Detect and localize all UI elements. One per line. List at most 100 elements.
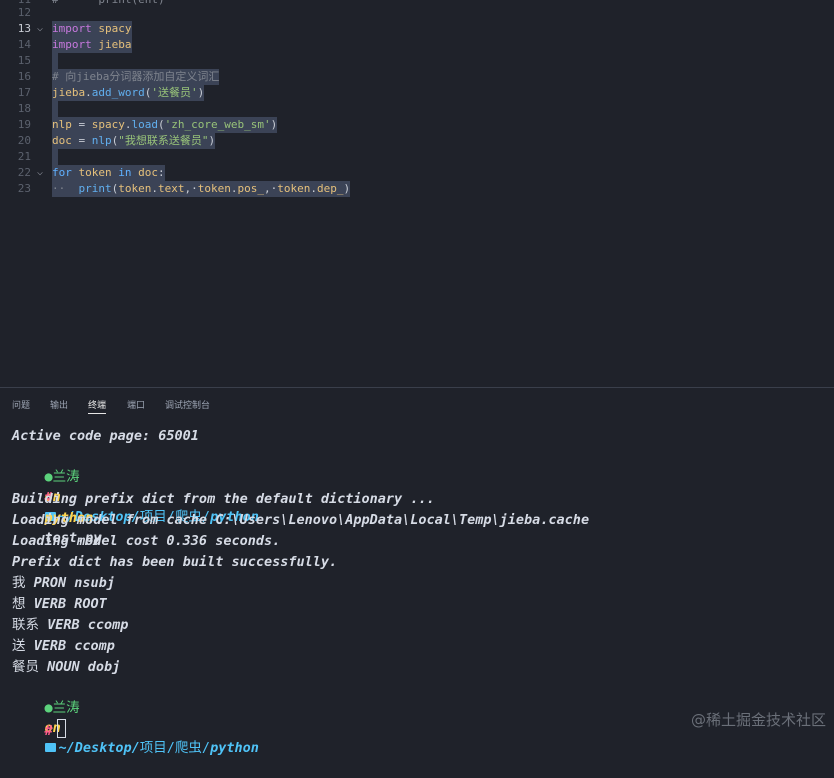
line-number: 15 bbox=[17, 54, 31, 67]
identifier: dep_ bbox=[317, 182, 344, 195]
terminal-prompt: ●兰涛 on ~/Desktop/项目/爬虫/python bbox=[12, 678, 259, 756]
code-line: 22 ⌵ for token in doc: bbox=[0, 165, 834, 181]
string-literal: 'zh_core_web_sm' bbox=[164, 118, 271, 131]
token-output-line: 送 VERB ccomp bbox=[12, 636, 115, 656]
identifier: nlp bbox=[52, 118, 72, 131]
keyword-import: import bbox=[52, 22, 92, 35]
code-line: 12 bbox=[0, 5, 834, 21]
token-tags: PRON nsubj bbox=[33, 575, 115, 591]
token-tags: VERB ROOT bbox=[33, 596, 107, 612]
token-tags: VERB ccomp bbox=[33, 638, 115, 654]
line-number: 16 bbox=[17, 70, 31, 83]
code-line: 18 bbox=[0, 101, 834, 117]
prompt-path-end: python bbox=[210, 740, 259, 756]
selection-gap bbox=[52, 149, 58, 165]
code-line: 15 bbox=[0, 53, 834, 69]
prompt-path-rest: 项目/爬虫/ bbox=[139, 740, 211, 756]
code-line: 19 nlp = spacy.load('zh_core_web_sm') bbox=[0, 117, 834, 133]
function-name: nlp bbox=[91, 134, 112, 147]
terminal-output-line: Building prefix dict from the default di… bbox=[12, 491, 435, 507]
code-line: 23 ·· print(token.text,·token.pos_,·toke… bbox=[0, 181, 834, 197]
identifier: token bbox=[277, 182, 311, 195]
terminal-output-line: Prefix dict has been built successfully. bbox=[12, 554, 338, 570]
panel-tab-bar: 问题 输出 终端 端口 调试控制台 bbox=[0, 387, 834, 420]
terminal-line: Active code page: 65001 bbox=[12, 428, 199, 444]
string-literal: "我想联系送餐员" bbox=[118, 134, 209, 147]
fold-chevron-icon[interactable]: ⌵ bbox=[37, 165, 49, 181]
line-number: 22 bbox=[17, 166, 31, 179]
module-name: jieba bbox=[98, 38, 132, 51]
function-name: load bbox=[131, 118, 159, 131]
tab-problems[interactable]: 问题 bbox=[12, 398, 30, 411]
line-number: 18 bbox=[17, 102, 31, 115]
token-text: 我 bbox=[12, 575, 26, 591]
code-line: 16 # 向jieba分词器添加自定义词汇 bbox=[0, 69, 834, 85]
token-text: 想 bbox=[12, 596, 26, 612]
identifier: token bbox=[197, 182, 231, 195]
code-line: 21 bbox=[0, 149, 834, 165]
code-text: for token in doc: bbox=[52, 165, 165, 181]
code-text: doc = nlp("我想联系送餐员") bbox=[52, 133, 216, 149]
tab-terminal[interactable]: 终端 bbox=[88, 398, 107, 414]
identifier: jieba bbox=[52, 86, 86, 99]
watermark: @稀土掘金技术社区 bbox=[690, 711, 826, 729]
terminal-panel[interactable]: Active code page: 65001 ●兰涛 on ~/Desktop… bbox=[0, 419, 834, 756]
identifier: token bbox=[78, 166, 112, 179]
code-line: 13 ⌵ import spacy bbox=[0, 21, 834, 37]
token-output-line: 餐员 NOUN dobj bbox=[12, 657, 120, 677]
function-name: add_word bbox=[91, 86, 145, 99]
line-number: 20 bbox=[17, 134, 31, 147]
code-text: import spacy bbox=[52, 21, 132, 37]
code-line: 17 jieba.add_word('送餐员') bbox=[0, 85, 834, 101]
identifier: spacy bbox=[91, 118, 125, 131]
terminal-cursor[interactable] bbox=[56, 719, 66, 738]
line-number: 19 bbox=[17, 118, 31, 131]
tab-ports[interactable]: 端口 bbox=[127, 398, 145, 411]
string-literal: '送餐员' bbox=[151, 86, 198, 99]
token-output-line: 联系 VERB ccomp bbox=[12, 615, 128, 635]
terminal-output-line: Loading model from cache C:\Users\Lenovo… bbox=[12, 512, 590, 528]
selection-gap bbox=[52, 101, 58, 117]
code-line: 14 import jieba bbox=[0, 37, 834, 53]
line-number: 12 bbox=[17, 6, 31, 19]
token-tags: VERB ccomp bbox=[47, 617, 129, 633]
selection-gap bbox=[52, 53, 58, 69]
tab-output[interactable]: 输出 bbox=[50, 398, 68, 411]
code-line: 20 doc = nlp("我想联系送餐员") bbox=[0, 133, 834, 149]
terminal-output-line: Loading model cost 0.336 seconds. bbox=[12, 533, 281, 549]
comment-text: # 向jieba分词器添加自定义词汇 bbox=[52, 69, 220, 85]
identifier: text bbox=[158, 182, 185, 195]
code-text: jieba.add_word('送餐员') bbox=[52, 85, 205, 101]
tab-debug-console[interactable]: 调试控制台 bbox=[165, 398, 210, 411]
code-text: import jieba bbox=[52, 37, 132, 53]
line-number: 13 bbox=[17, 22, 31, 35]
prompt-hash: # bbox=[44, 723, 53, 739]
code-editor[interactable]: 11 # print(ent) 12 13 ⌵ import spacy 14 … bbox=[0, 0, 834, 387]
token-text: 联系 bbox=[12, 617, 39, 633]
identifier: pos_ bbox=[237, 182, 265, 195]
line-number: 21 bbox=[17, 150, 31, 163]
token-text: 餐员 bbox=[12, 659, 39, 675]
keyword-for: for bbox=[52, 166, 72, 179]
identifier: doc bbox=[52, 134, 72, 147]
fold-chevron-icon[interactable]: ⌵ bbox=[37, 21, 49, 37]
token-output-line: 我 PRON nsubj bbox=[12, 573, 115, 593]
code-text: ·· print(token.text,·token.pos_,·token.d… bbox=[52, 181, 351, 197]
line-number: 17 bbox=[17, 86, 31, 99]
identifier: token bbox=[118, 182, 152, 195]
terminal-prompt: ●兰涛 on ~/Desktop/项目/爬虫/python bbox=[12, 447, 259, 525]
keyword-import: import bbox=[52, 38, 92, 51]
line-number: 14 bbox=[17, 38, 31, 51]
folder-icon bbox=[44, 743, 56, 752]
token-tags: NOUN dobj bbox=[47, 659, 121, 675]
function-name: print bbox=[78, 182, 112, 195]
token-text: 送 bbox=[12, 638, 26, 654]
code-text: nlp = spacy.load('zh_core_web_sm') bbox=[52, 117, 278, 133]
line-number: 23 bbox=[17, 182, 31, 195]
identifier: doc bbox=[138, 166, 158, 179]
terminal-input-line[interactable]: # bbox=[12, 699, 66, 739]
keyword-in: in bbox=[118, 166, 132, 179]
module-name: spacy bbox=[98, 22, 132, 35]
prompt-path: ~/Desktop/ bbox=[58, 740, 140, 756]
token-output-line: 想 VERB ROOT bbox=[12, 594, 107, 614]
